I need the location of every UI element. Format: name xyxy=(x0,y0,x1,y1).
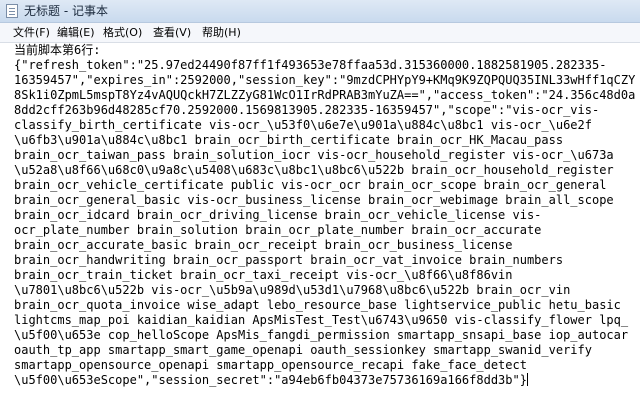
menu-help[interactable]: 帮助(H) xyxy=(199,25,244,40)
title-bar[interactable]: 无标题 - 记事本 xyxy=(0,0,640,23)
editor-content[interactable]: 当前脚本第6行: {"refresh_token":"25.97ed24490f… xyxy=(14,43,636,388)
menu-bar: 文件(F) 编辑(E) 格式(O) 查看(V) 帮助(H) xyxy=(0,23,640,43)
notepad-window: 无标题 - 记事本 文件(F) 编辑(E) 格式(O) 查看(V) 帮助(H) … xyxy=(0,0,640,407)
editor-line: brain_ocr_handwriting brain_ocr_passport… xyxy=(14,253,564,267)
editor-line: 8Sk1i0ZpmL5mspT8Yz4vAQUQckH7ZLZZyG81WcO1… xyxy=(14,88,636,102)
editor-line: \u6fb3\u901a\u884c\u8bc1 brain_ocr_birth… xyxy=(14,133,564,147)
editor-line: oauth_tp_app smartapp_smart_game_openapi… xyxy=(14,343,592,357)
editor-line: brain_ocr_train_ticket brain_ocr_taxi_re… xyxy=(14,268,513,282)
text-editor[interactable]: 当前脚本第6行: {"refresh_token":"25.97ed24490f… xyxy=(0,43,640,407)
editor-line: ocr_plate_number brain_solution brain_oc… xyxy=(14,223,542,237)
editor-line: \u7801\u8bc6\u522b vis-ocr_\u5b9a\u989d\… xyxy=(14,283,571,297)
editor-line: {"refresh_token":"25.97ed24490f87ff1f493… xyxy=(14,58,607,72)
menu-format[interactable]: 格式(O) xyxy=(100,25,145,40)
editor-line: brain_ocr_vehicle_certificate public vis… xyxy=(14,178,607,192)
editor-line: smartapp_opensource_openapi smartapp_ope… xyxy=(14,358,527,372)
editor-line: 16359457","expires_in":2592000,"session_… xyxy=(14,73,636,87)
menu-file[interactable]: 文件(F) xyxy=(10,25,53,40)
editor-line: classify_birth_certificate vis-ocr_\u53f… xyxy=(14,118,592,132)
editor-line: \u5f00\u653eScope","session_secret":"a94… xyxy=(14,373,527,387)
editor-line: brain_ocr_idcard brain_ocr_driving_licen… xyxy=(14,208,542,222)
text-caret xyxy=(526,373,528,386)
window-title: 无标题 - 记事本 xyxy=(24,4,108,18)
editor-line: 当前脚本第6行: xyxy=(14,43,101,57)
editor-line: \u5f00\u653e cop_helloScope ApsMis_fangd… xyxy=(14,328,629,342)
editor-line: lightcms_map_poi kaidian_kaidian ApsMisT… xyxy=(14,313,629,327)
menu-view[interactable]: 查看(V) xyxy=(150,25,194,40)
editor-line: brain_ocr_quota_invoice wise_adapt lebo_… xyxy=(14,298,621,312)
menu-edit[interactable]: 编辑(E) xyxy=(54,25,98,40)
editor-line: brain_ocr_taiwan_pass brain_solution_ioc… xyxy=(14,148,614,162)
editor-line: brain_ocr_general_basic vis-ocr_business… xyxy=(14,193,614,207)
notepad-icon xyxy=(6,4,18,18)
editor-line: brain_ocr_accurate_basic brain_ocr_recei… xyxy=(14,238,513,252)
editor-line: 8dd2cff263b96d48285cf70.2592000.15698139… xyxy=(14,103,600,117)
editor-line: \u52a8\u8f66\u68c0\u9a8c\u5408\u683c\u8b… xyxy=(14,163,614,177)
